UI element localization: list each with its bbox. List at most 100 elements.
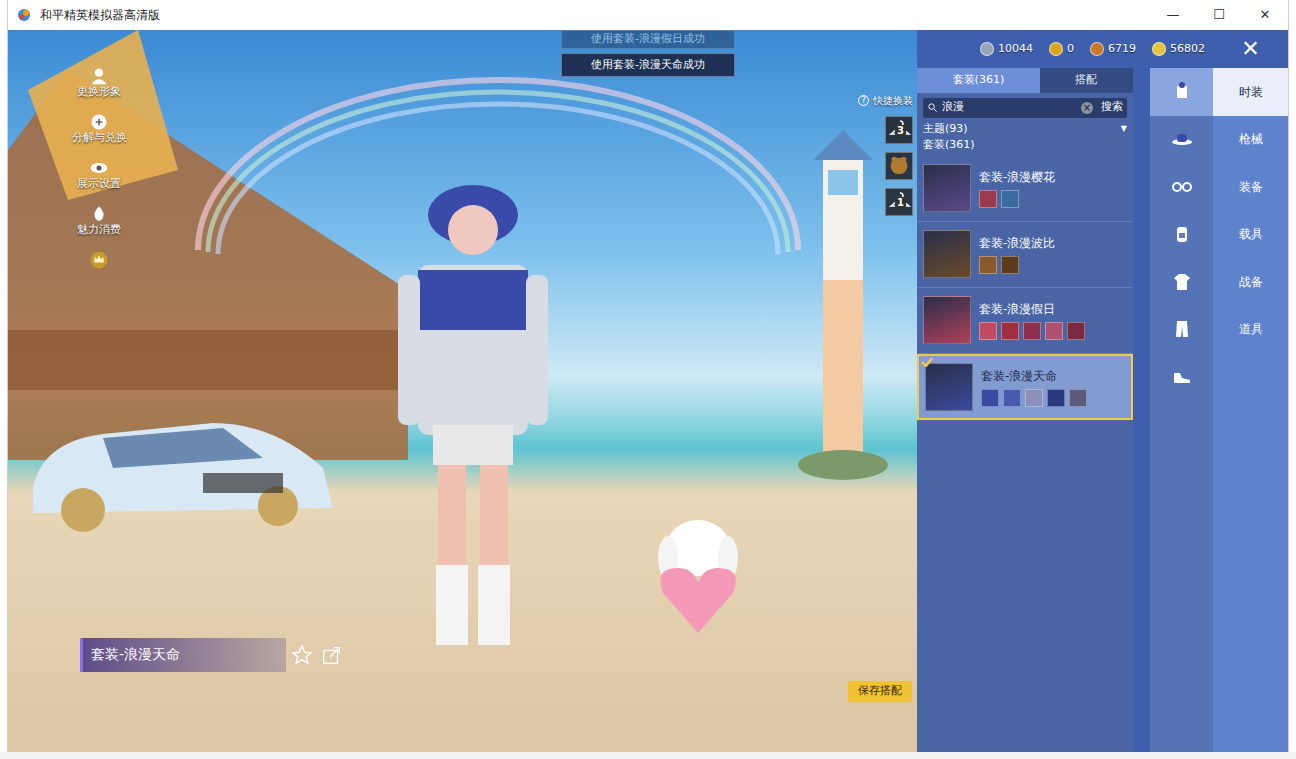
pants-icon: [1170, 317, 1194, 341]
piece-swatch: [979, 322, 997, 340]
outfit-icon: [1170, 80, 1194, 104]
quick-change-label: 快捷换装: [873, 93, 913, 108]
category-icon-tab[interactable]: [1150, 163, 1213, 211]
desktop-strip: [0, 752, 1296, 759]
minimize-button[interactable]: —: [1150, 0, 1196, 30]
panel-tab[interactable]: 搭配: [1040, 68, 1133, 93]
currency: 6719: [1090, 41, 1136, 58]
category-icon-tab[interactable]: [1150, 353, 1213, 401]
share-icon[interactable]: [321, 644, 343, 666]
save-button[interactable]: 保存搭配: [848, 681, 912, 702]
panel-tab[interactable]: 套装(361): [917, 68, 1040, 93]
outfit-thumbnail: [923, 164, 971, 212]
currency-value: 10044: [998, 41, 1033, 58]
panel-tabs: 套装(361)搭配: [917, 68, 1133, 93]
left-menu-label: 分解与兑换: [72, 132, 127, 144]
outfit-item[interactable]: 套装-浪漫假日: [917, 288, 1133, 354]
category-icon-tab[interactable]: [1150, 258, 1213, 306]
category-icon-tab[interactable]: [1150, 116, 1213, 164]
rainbow-picture: [188, 70, 808, 270]
currency: 56802: [1152, 41, 1205, 58]
category-icon-tab[interactable]: [1150, 306, 1213, 354]
theme-filter[interactable]: 主题(93) ▼: [917, 121, 1133, 138]
currency: 10044: [980, 41, 1033, 58]
outfit-thumbnail: [925, 363, 973, 411]
category-tab[interactable]: 枪械: [1213, 116, 1288, 164]
outfit-item[interactable]: 套装-浪漫樱花: [917, 156, 1133, 222]
game-screen: 使用套装-浪漫假日成功使用套装-浪漫天命成功更换形象分解与兑换展示设置魅力消费?…: [8, 30, 1288, 752]
crown-badge-icon: [89, 250, 109, 270]
toast-message: 使用套装-浪漫天命成功: [561, 53, 735, 78]
outfit-info: 套装-浪漫天命: [981, 367, 1087, 407]
piece-swatch: [1001, 190, 1019, 208]
piece-swatch: [1025, 389, 1043, 407]
clear-button[interactable]: ×: [1081, 102, 1093, 114]
category-tab[interactable]: 时装: [1213, 68, 1288, 116]
piece-swatch: [1069, 389, 1087, 407]
quick-slot[interactable]: 1: [885, 188, 913, 216]
left-menu-item[interactable]: 展示设置: [64, 158, 134, 196]
coin-icon: [1152, 42, 1166, 56]
exchange-icon: [89, 112, 109, 132]
slot-number: 3: [895, 125, 906, 137]
maximize-button[interactable]: ☐: [1196, 0, 1242, 30]
outfit-pieces: [981, 389, 1087, 407]
piece-swatch: [1001, 256, 1019, 274]
category-icon-tab[interactable]: [1150, 68, 1213, 116]
outfit-pieces: [979, 190, 1055, 208]
outfit-item[interactable]: 套装-浪漫波比: [917, 222, 1133, 288]
category-tab[interactable]: 载具: [1213, 211, 1288, 259]
quick-change: ? 快捷换装 3 1: [851, 93, 913, 216]
quick-slot[interactable]: 3: [885, 116, 913, 144]
currency-value: 6719: [1108, 41, 1136, 58]
star-icon[interactable]: [291, 644, 313, 666]
dropdown-arrow: ▼: [1121, 123, 1127, 135]
currency-value: 0: [1067, 41, 1074, 58]
close-button[interactable]: ✕: [1213, 30, 1288, 68]
category-icon-tab[interactable]: [1150, 211, 1213, 259]
piece-swatch: [979, 256, 997, 274]
change-look-icon: [89, 66, 109, 86]
outfit-pieces: [979, 256, 1055, 274]
toast-message: 使用套装-浪漫假日成功: [561, 30, 735, 49]
close-window-button[interactable]: ✕: [1242, 0, 1288, 30]
backpack-icon: [1170, 222, 1194, 246]
app-logo-icon: [16, 7, 32, 23]
piece-swatch: [1001, 322, 1019, 340]
window-title: 和平精英模拟器高清版: [40, 6, 1150, 24]
category-tab[interactable]: 战备: [1213, 258, 1288, 306]
outfit-thumbnail: [923, 230, 971, 278]
search-field[interactable]: 浪漫 × 搜索: [923, 98, 1127, 118]
coin-icon: [980, 42, 994, 56]
category-tab[interactable]: 装备: [1213, 163, 1288, 211]
currency-value: 56802: [1170, 41, 1205, 58]
outfit-item[interactable]: 套装-浪漫天命: [917, 354, 1133, 420]
outfit-name: 套装-浪漫假日: [979, 300, 1085, 318]
selected-outfit-label: 套装-浪漫天命: [80, 638, 286, 672]
help-button[interactable]: ?: [858, 95, 869, 106]
search-value[interactable]: 浪漫: [942, 99, 1077, 116]
quick-slot[interactable]: [885, 152, 913, 180]
wardrobe-scene: 使用套装-浪漫假日成功使用套装-浪漫天命成功更换形象分解与兑换展示设置魅力消费?…: [8, 30, 917, 752]
emulator-window: 和平精英模拟器高清版—☐✕ 使用套装-浪漫假日成功使用套装-浪漫天命成功更换形象…: [8, 0, 1288, 752]
category-tab[interactable]: 道具: [1213, 306, 1288, 354]
shoe-icon: [1170, 365, 1194, 389]
category-column: 时装枪械装备载具战备道具: [1213, 68, 1288, 752]
flame-icon: [89, 204, 109, 224]
top-icon: [1170, 270, 1194, 294]
lighthouse-picture: [798, 130, 888, 480]
left-menu-item[interactable]: 分解与兑换: [64, 112, 134, 150]
section-title: 套装(361): [917, 137, 1133, 156]
left-menu-label: 展示设置: [77, 178, 121, 190]
toast-stack: 使用套装-浪漫假日成功使用套装-浪漫天命成功: [561, 30, 735, 77]
currency: 0: [1049, 41, 1074, 58]
coin-icon: [1090, 42, 1104, 56]
currency-bar: 10044 0 6719 56802: [917, 41, 1213, 58]
search-button[interactable]: 搜索: [1101, 99, 1123, 116]
left-menu-item[interactable]: 魅力消费: [64, 204, 134, 242]
outfit-tools: [291, 644, 343, 666]
glasses-icon: [1170, 175, 1194, 199]
filter-label: 主题(93): [923, 121, 968, 138]
left-menu-item[interactable]: 更换形象: [64, 66, 134, 104]
piece-swatch: [1067, 322, 1085, 340]
